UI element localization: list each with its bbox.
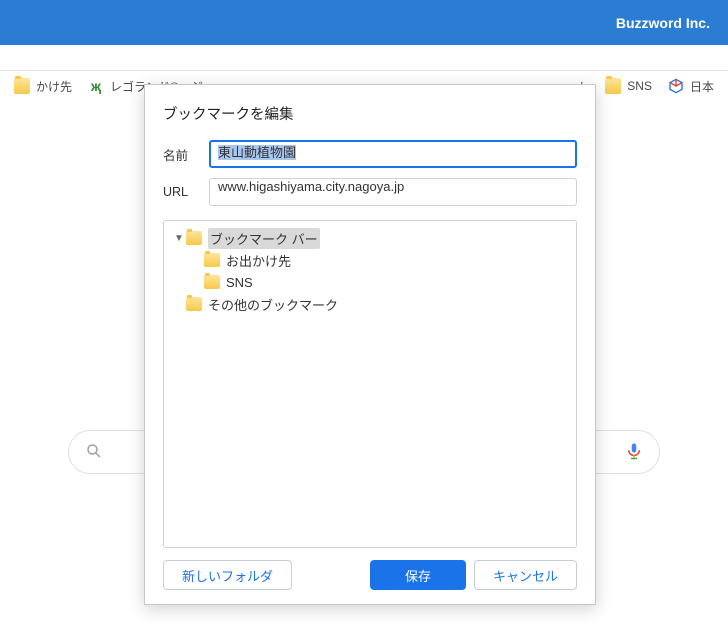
tree-label: SNS — [226, 275, 253, 290]
folder-icon — [186, 297, 202, 311]
button-label: 保存 — [405, 566, 431, 585]
name-input-value: 東山動植物園 — [218, 145, 296, 160]
search-icon — [85, 442, 103, 463]
page-area: ブックマークを編集 名前 東山動植物園 URL www.higashiyama.… — [0, 101, 728, 630]
cancel-button[interactable]: キャンセル — [474, 560, 577, 590]
folder-tree[interactable]: ▼ ブックマーク バー お出かけ先 SNS その他のブックマーク — [163, 220, 577, 548]
tree-node-child[interactable]: お出かけ先 — [168, 249, 572, 271]
url-label: URL — [163, 185, 209, 199]
bookmark-item[interactable]: SNS — [597, 71, 660, 101]
bookmark-label: かけ先 — [36, 78, 72, 95]
button-label: 新しいフォルダ — [182, 566, 273, 585]
url-input-value: www.higashiyama.city.nagoya.jp — [218, 179, 404, 194]
name-input[interactable]: 東山動植物園 — [209, 140, 577, 168]
folder-icon — [186, 231, 202, 245]
bookmark-label: SNS — [627, 79, 652, 93]
tree-label: ブックマーク バー — [208, 228, 320, 249]
name-field-row: 名前 東山動植物園 — [163, 140, 577, 168]
tree-node-other[interactable]: その他のブックマーク — [168, 293, 572, 315]
url-field-row: URL www.higashiyama.city.nagoya.jp — [163, 178, 577, 206]
tree-node-bookmark-bar[interactable]: ▼ ブックマーク バー — [168, 227, 572, 249]
bookmark-label: 日本 — [690, 78, 714, 95]
brand-name: Buzzword Inc. — [616, 15, 710, 31]
tree-node-child[interactable]: SNS — [168, 271, 572, 293]
mic-icon[interactable] — [625, 439, 643, 466]
save-button[interactable]: 保存 — [370, 560, 466, 590]
folder-icon — [204, 253, 220, 267]
cube-icon — [668, 78, 684, 94]
dialog-button-row: 新しいフォルダ 保存 キャンセル — [163, 560, 577, 590]
new-folder-button[interactable]: 新しいフォルダ — [163, 560, 292, 590]
toolbar-spacer — [0, 45, 728, 71]
tree-label: その他のブックマーク — [208, 295, 338, 314]
edit-bookmark-dialog: ブックマークを編集 名前 東山動植物園 URL www.higashiyama.… — [144, 84, 596, 605]
collapse-icon[interactable]: ▼ — [172, 233, 186, 244]
folder-icon — [14, 78, 30, 94]
tree-label: お出かけ先 — [226, 251, 291, 270]
folder-icon — [204, 275, 220, 289]
bookmark-item[interactable]: かけ先 — [6, 71, 80, 101]
name-label: 名前 — [163, 145, 209, 164]
url-input[interactable]: www.higashiyama.city.nagoya.jp — [209, 178, 577, 206]
button-label: キャンセル — [493, 566, 558, 585]
dialog-title: ブックマークを編集 — [163, 103, 577, 124]
brand-header: Buzzword Inc. — [0, 0, 728, 45]
site-icon: җ — [88, 78, 104, 94]
folder-icon — [605, 78, 621, 94]
bookmark-item[interactable]: 日本 — [660, 71, 722, 101]
